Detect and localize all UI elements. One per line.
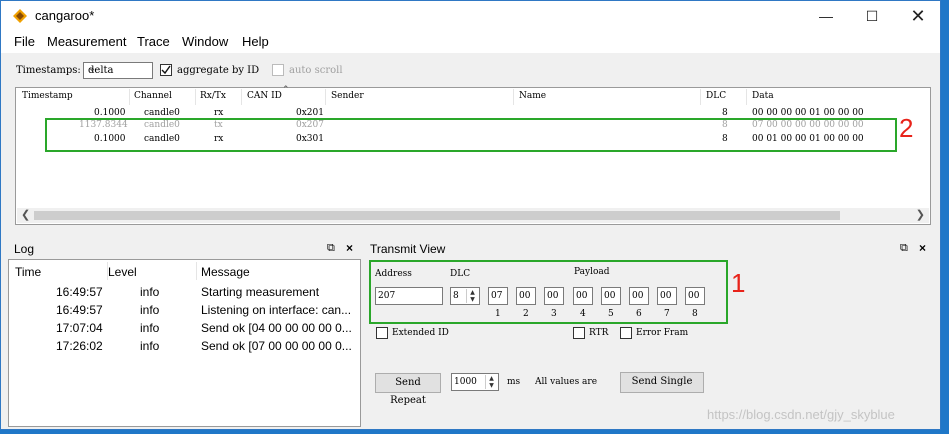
- title-bar: cangaroo* — ☐ ✕: [1, 1, 940, 31]
- log-title: Log: [14, 242, 35, 256]
- log-row[interactable]: 16:49:57 info Listening on interface: ca…: [9, 303, 360, 321]
- repeat-interval-spinbox[interactable]: 1000 ▲ ▼: [451, 373, 499, 391]
- window-title: cangaroo*: [35, 8, 95, 23]
- annotation-1: 1: [731, 268, 746, 298]
- cell-timestamp: 0.1000: [94, 108, 126, 118]
- repeat-interval-value: 1000: [454, 377, 477, 387]
- log-row[interactable]: 17:26:02 info Send ok [07 00 00 00 00 0.…: [9, 339, 360, 357]
- log-col-time[interactable]: Time: [15, 265, 41, 279]
- menu-file[interactable]: File: [14, 34, 35, 49]
- log-level: info: [140, 303, 160, 317]
- sort-up-icon: ⌃: [282, 85, 290, 95]
- kangaroo-icon: [13, 9, 27, 23]
- col-dlc[interactable]: DLC: [706, 91, 726, 101]
- transmit-title: Transmit View: [370, 242, 446, 256]
- extended-id-checkbox[interactable]: [376, 327, 388, 339]
- ms-label: ms: [507, 377, 521, 387]
- scroll-right-icon[interactable]: ❯: [916, 208, 925, 221]
- app-window: cangaroo* — ☐ ✕ File Measurement Trace W…: [0, 0, 941, 430]
- autoscroll-checkbox[interactable]: [272, 64, 284, 76]
- extended-id-label: Extended ID: [392, 328, 449, 338]
- chevron-down-icon: ⌄: [88, 63, 97, 74]
- log-time: 17:07:04: [56, 321, 103, 335]
- float-icon[interactable]: ⧉: [327, 242, 335, 255]
- col-canid[interactable]: CAN ID: [247, 91, 282, 101]
- log-level: info: [140, 339, 160, 353]
- col-timestamp[interactable]: Timestamp: [22, 91, 73, 101]
- col-sender[interactable]: Sender: [331, 91, 364, 101]
- log-col-message[interactable]: Message: [201, 265, 250, 279]
- log-message: Send ok [07 00 00 00 00 0...: [201, 339, 352, 353]
- col-name[interactable]: Name: [519, 91, 546, 101]
- log-level: info: [140, 285, 160, 299]
- highlight-box-transmit: [369, 260, 728, 324]
- menu-bar: File Measurement Trace Window Help: [1, 31, 940, 53]
- log-table: Time Level Message 16:49:57 info Startin…: [8, 259, 361, 427]
- close-icon[interactable]: ×: [919, 241, 926, 255]
- horizontal-scrollbar[interactable]: ❮ ❯: [17, 208, 929, 223]
- rtr-label: RTR: [589, 328, 609, 338]
- highlight-box-trace: [45, 118, 897, 152]
- spin-arrows-icon[interactable]: ▲ ▼: [485, 375, 497, 389]
- minimize-icon[interactable]: —: [803, 1, 849, 31]
- menu-trace[interactable]: Trace: [137, 34, 170, 49]
- cell-data: 00 00 00 00 01 00 00 00: [752, 108, 864, 118]
- menu-measurement[interactable]: Measurement: [47, 34, 126, 49]
- aggregate-label: aggregate by ID: [177, 65, 260, 76]
- col-rxtx[interactable]: Rx/Tx: [200, 91, 226, 101]
- cell-canid: 0x201: [296, 108, 324, 118]
- cell-channel: candle0: [144, 108, 180, 118]
- log-row[interactable]: 17:07:04 info Send ok [04 00 00 00 00 0.…: [9, 321, 360, 339]
- log-message: Listening on interface: can...: [201, 303, 352, 317]
- annotation-2: 2: [899, 113, 914, 143]
- log-message: Starting measurement: [201, 285, 320, 299]
- aggregate-checkbox[interactable]: [160, 64, 172, 76]
- menu-window[interactable]: Window: [182, 34, 228, 49]
- error-frame-label: Error Fram: [636, 328, 689, 338]
- log-time: 16:49:57: [56, 285, 103, 299]
- send-repeat-button[interactable]: Send Repeat: [375, 373, 441, 406]
- log-row[interactable]: 16:49:57 info Starting measurement: [9, 285, 360, 303]
- check-icon: [161, 65, 171, 75]
- timestamps-label: Timestamps:: [16, 65, 81, 76]
- table-row[interactable]: 0.1000 candle0 rx 0x201 8 00 00 00 00 01…: [16, 106, 930, 118]
- watermark: https://blog.csdn.net/gjy_skyblue: [707, 407, 895, 422]
- log-col-level[interactable]: Level: [108, 265, 137, 279]
- scroll-left-icon[interactable]: ❮: [21, 208, 30, 221]
- log-time: 16:49:57: [56, 303, 103, 317]
- rtr-checkbox[interactable]: [573, 327, 585, 339]
- trace-table: Timestamp Channel Rx/Tx CAN ID ⌃ Sender …: [15, 85, 931, 225]
- error-frame-checkbox[interactable]: [620, 327, 632, 339]
- menu-help[interactable]: Help: [242, 34, 269, 49]
- cell-dlc: 8: [722, 108, 728, 118]
- all-values-label: All values are: [535, 377, 598, 387]
- col-channel[interactable]: Channel: [134, 91, 172, 101]
- log-message: Send ok [04 00 00 00 00 0...: [201, 321, 352, 335]
- autoscroll-label: auto scroll: [289, 65, 343, 76]
- timestamps-select[interactable]: delta ⌄: [83, 62, 153, 79]
- close-icon[interactable]: ×: [346, 241, 353, 255]
- send-single-button[interactable]: Send Single: [620, 372, 704, 393]
- float-icon[interactable]: ⧉: [900, 242, 908, 255]
- close-icon[interactable]: ✕: [895, 1, 941, 31]
- maximize-icon[interactable]: ☐: [849, 1, 895, 31]
- log-time: 17:26:02: [56, 339, 103, 353]
- col-data[interactable]: Data: [752, 91, 774, 101]
- cell-rxtx: rx: [214, 108, 224, 118]
- log-level: info: [140, 321, 160, 335]
- toolbar: Timestamps: delta ⌄ aggregate by ID auto…: [1, 59, 940, 83]
- scroll-thumb[interactable]: [34, 211, 840, 220]
